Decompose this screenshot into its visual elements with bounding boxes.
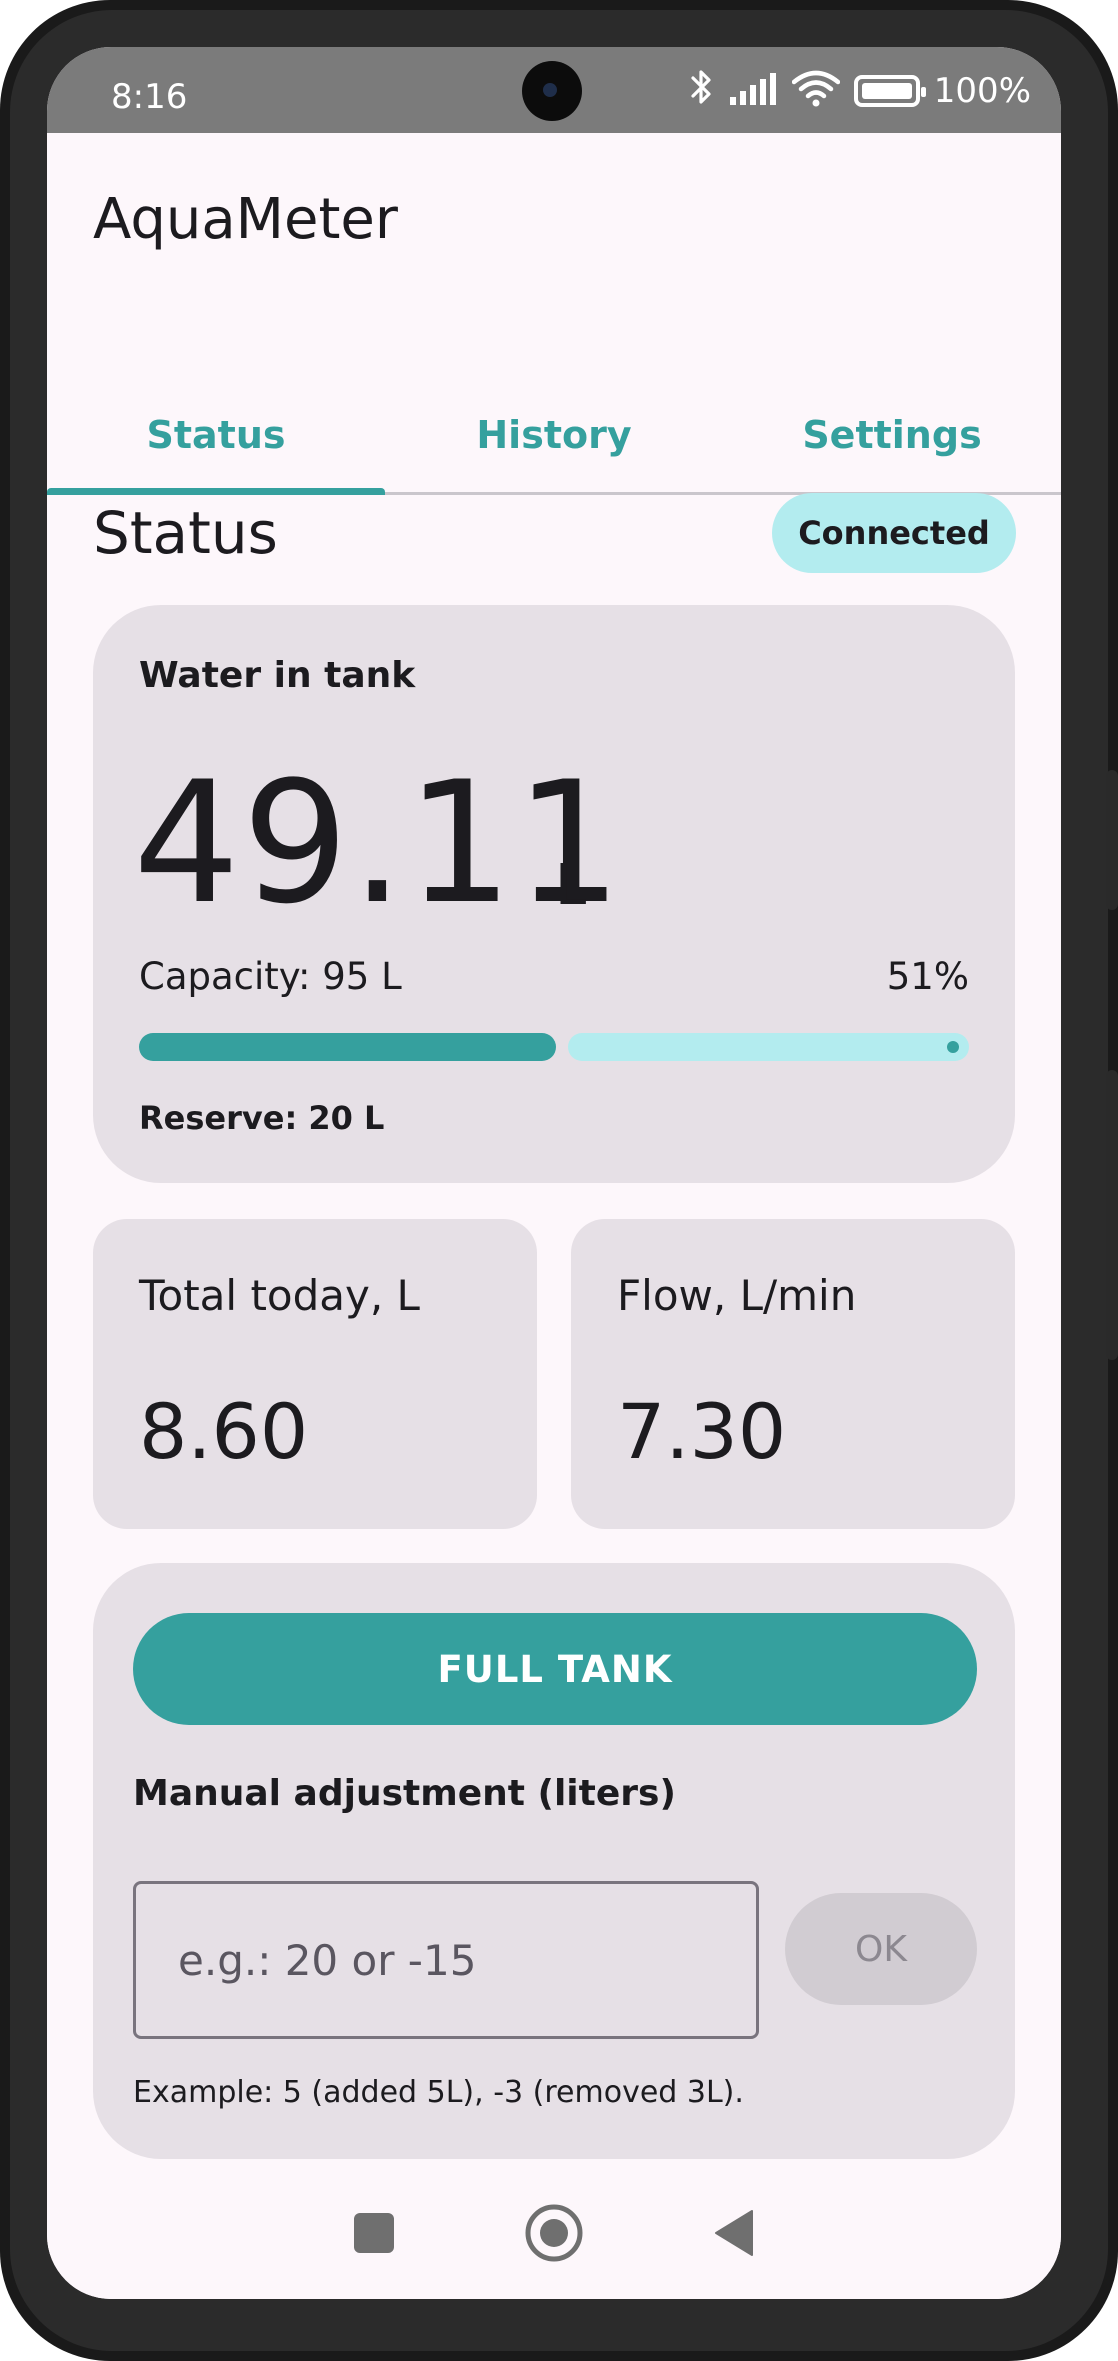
power-button — [1106, 770, 1118, 910]
manual-adjustment-label: Manual adjustment (liters) — [133, 1773, 676, 1814]
tank-card: Water in tank 49.11 L Capacity: 95 L 51%… — [93, 605, 1015, 1183]
tab-settings-label: Settings — [802, 412, 982, 457]
tab-bar: Status History Settings — [47, 377, 1061, 495]
status-bar: 8:16 100% — [47, 47, 1061, 133]
back-triangle-icon[interactable] — [674, 2167, 794, 2299]
tank-volume-value: 49.11 — [133, 745, 624, 941]
wifi-icon — [791, 70, 841, 112]
status-icons: 100% — [690, 69, 1031, 113]
volume-button — [1106, 1070, 1118, 1360]
tab-indicator — [47, 488, 385, 495]
reserve-label: Reserve: 20 L — [139, 1099, 385, 1137]
total-today-card: Total today, L 8.60 — [93, 1219, 537, 1529]
bluetooth-icon — [690, 68, 714, 115]
progress-end-dot — [947, 1041, 959, 1053]
tab-settings[interactable]: Settings — [723, 377, 1061, 492]
screen: 8:16 100% AquaMeter Status History Setti… — [47, 47, 1061, 2299]
tank-label: Water in tank — [139, 655, 416, 696]
ok-button[interactable]: OK — [785, 1893, 977, 2005]
status-time: 8:16 — [111, 77, 188, 117]
tank-progress-bar — [139, 1033, 969, 1061]
example-hint: Example: 5 (added 5L), -3 (removed 3L). — [133, 2075, 744, 2110]
capacity-label: Capacity: 95 L — [139, 955, 402, 998]
flow-value: 7.30 — [617, 1387, 787, 1476]
tab-status[interactable]: Status — [47, 377, 385, 495]
flow-label: Flow, L/min — [617, 1271, 857, 1320]
home-circle-icon[interactable] — [494, 2167, 614, 2299]
connection-status-badge: Connected — [772, 493, 1016, 573]
front-camera — [522, 61, 582, 121]
tank-progress-fill — [139, 1033, 556, 1061]
tank-volume-unit: L — [555, 853, 587, 918]
manual-adjustment-input[interactable] — [133, 1881, 759, 2039]
tab-history-label: History — [476, 412, 632, 457]
battery-icon — [853, 75, 926, 107]
signal-icon — [728, 71, 778, 111]
tank-progress-remaining — [568, 1033, 969, 1061]
fill-percent: 51% — [886, 955, 969, 998]
system-nav-bar — [47, 2167, 1061, 2299]
actions-card: FULL TANK Manual adjustment (liters) OK … — [93, 1563, 1015, 2159]
full-tank-button[interactable]: FULL TANK — [133, 1613, 977, 1725]
recents-square-icon[interactable] — [314, 2167, 434, 2299]
flow-card: Flow, L/min 7.30 — [571, 1219, 1015, 1529]
tab-history[interactable]: History — [385, 377, 723, 492]
app-title: AquaMeter — [93, 187, 398, 252]
total-today-value: 8.60 — [139, 1387, 309, 1476]
total-today-label: Total today, L — [139, 1271, 420, 1320]
battery-percent: 100% — [933, 71, 1031, 111]
tab-status-label: Status — [146, 412, 286, 457]
section-title: Status — [93, 499, 278, 567]
